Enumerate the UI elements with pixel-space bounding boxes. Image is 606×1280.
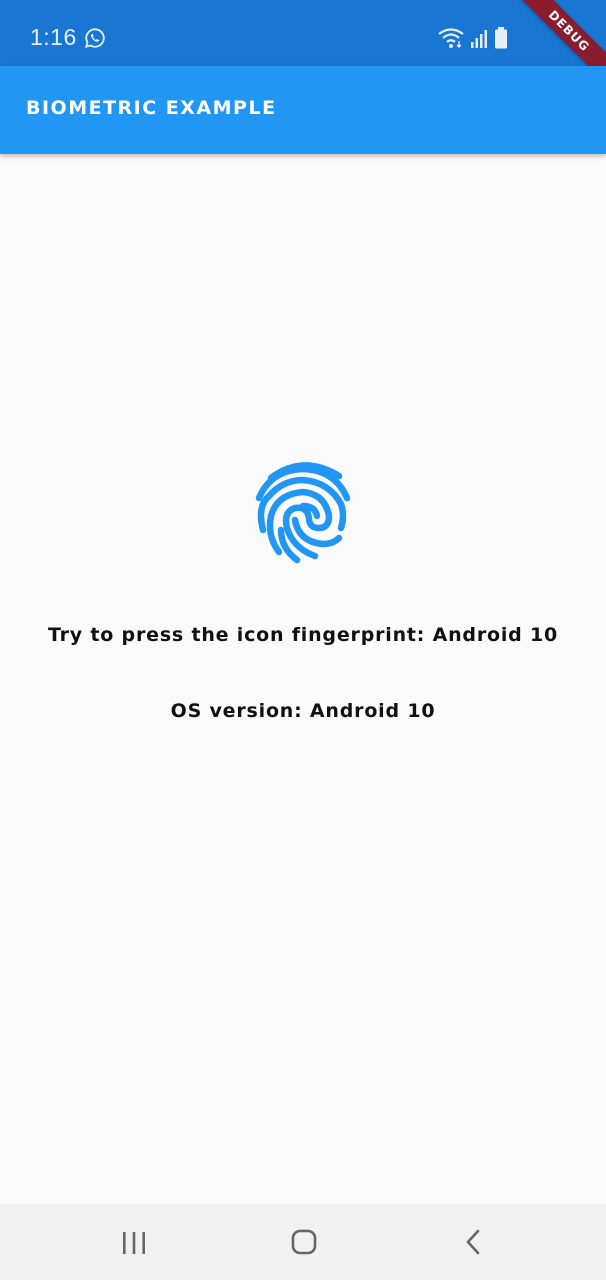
app-title: BIOMETRIC EXAMPLE <box>26 97 277 119</box>
app-bar: BIOMETRIC EXAMPLE <box>0 66 606 154</box>
recents-icon[interactable] <box>114 1226 154 1260</box>
status-bar: 1:16 <box>0 0 606 66</box>
fingerprint-prompt: Try to press the icon fingerprint: Andro… <box>47 624 559 646</box>
home-icon[interactable] <box>284 1226 324 1260</box>
whatsapp-icon <box>84 28 105 49</box>
fingerprint-icon <box>255 462 351 564</box>
navigation-bar <box>0 1204 606 1280</box>
signal-icon <box>471 30 487 48</box>
os-version-label: OS version: Android 10 <box>170 700 436 722</box>
wifi-icon <box>438 28 464 48</box>
battery-icon <box>495 27 507 49</box>
main-content: Try to press the icon fingerprint: Andro… <box>0 154 606 1204</box>
status-time: 1:16 <box>30 24 77 50</box>
back-icon[interactable] <box>454 1226 494 1260</box>
fingerprint-button[interactable] <box>249 456 357 566</box>
